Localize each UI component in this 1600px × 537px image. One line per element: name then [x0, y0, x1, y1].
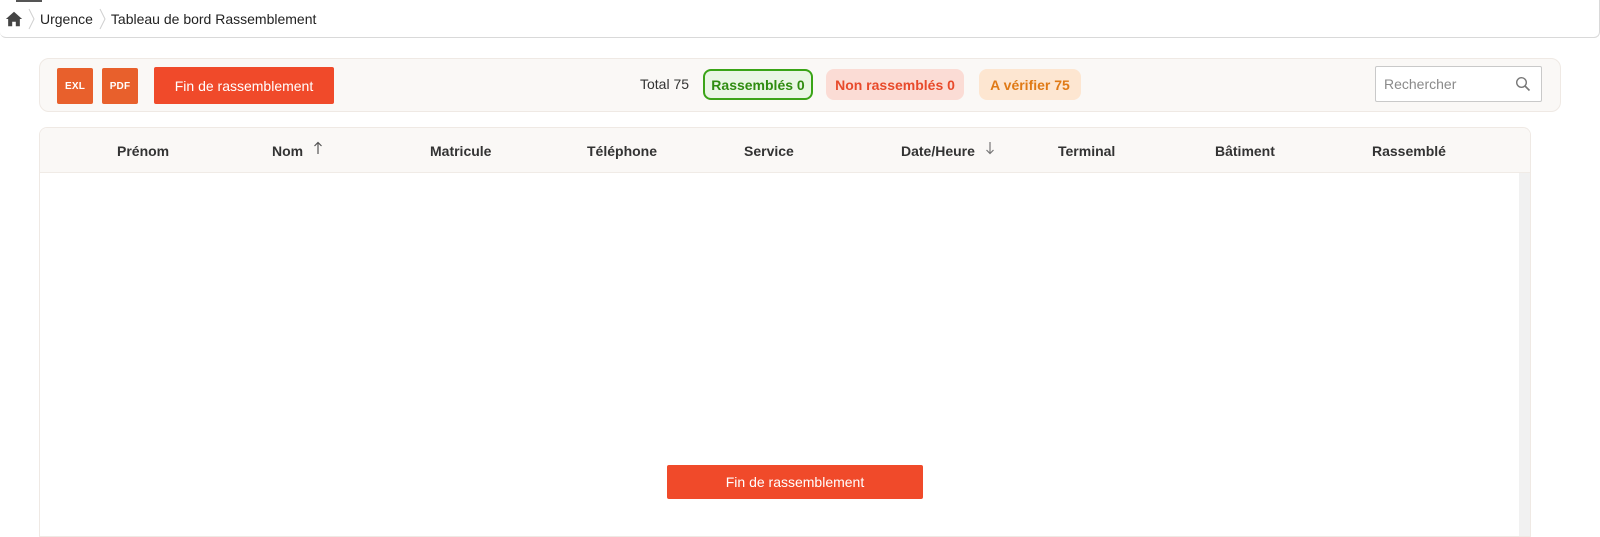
sort-desc-icon[interactable] — [985, 141, 995, 155]
home-icon[interactable] — [0, 0, 28, 38]
table-scrollbar[interactable] — [1519, 173, 1530, 536]
column-header-date-heure[interactable]: Date/Heure — [901, 143, 975, 159]
export-excel-button[interactable]: EXL — [57, 68, 93, 104]
export-pdf-button[interactable]: PDF — [102, 68, 138, 104]
gathered-filter-badge[interactable]: Rassemblés 0 — [703, 69, 813, 100]
column-header-prenom[interactable]: Prénom — [117, 143, 169, 159]
breadcrumb-item-urgence[interactable]: Urgence — [36, 11, 99, 27]
end-gathering-button[interactable]: Fin de rassemblement — [154, 67, 334, 104]
end-gathering-bottom-button[interactable]: Fin de rassemblement — [667, 465, 923, 499]
table-header: Prénom Nom Matricule Téléphone Service D… — [40, 128, 1530, 173]
breadcrumb: Urgence Tableau de bord Rassemblement — [0, 0, 1600, 38]
search-input[interactable] — [1384, 69, 1514, 99]
column-header-telephone[interactable]: Téléphone — [587, 143, 657, 159]
to-verify-filter-badge[interactable]: A vérifier 75 — [979, 69, 1081, 100]
column-header-batiment[interactable]: Bâtiment — [1215, 143, 1275, 159]
toolbar: EXL PDF Fin de rassemblement Total 75 Ra… — [39, 58, 1561, 112]
chevron-right-icon — [99, 0, 107, 38]
tab-indicator — [16, 0, 42, 2]
search-box — [1375, 66, 1542, 102]
column-header-nom[interactable]: Nom — [272, 143, 303, 159]
sort-asc-icon[interactable] — [313, 141, 323, 155]
chevron-right-icon — [28, 0, 36, 38]
total-count: Total 75 — [640, 76, 690, 92]
breadcrumb-item-dashboard: Tableau de bord Rassemblement — [110, 10, 317, 27]
column-header-rassemble[interactable]: Rassemblé — [1372, 143, 1446, 159]
not-gathered-filter-badge[interactable]: Non rassemblés 0 — [826, 69, 964, 100]
column-header-matricule[interactable]: Matricule — [430, 143, 491, 159]
column-header-terminal[interactable]: Terminal — [1058, 143, 1115, 159]
search-icon[interactable] — [1515, 76, 1531, 92]
column-header-service[interactable]: Service — [744, 143, 794, 159]
